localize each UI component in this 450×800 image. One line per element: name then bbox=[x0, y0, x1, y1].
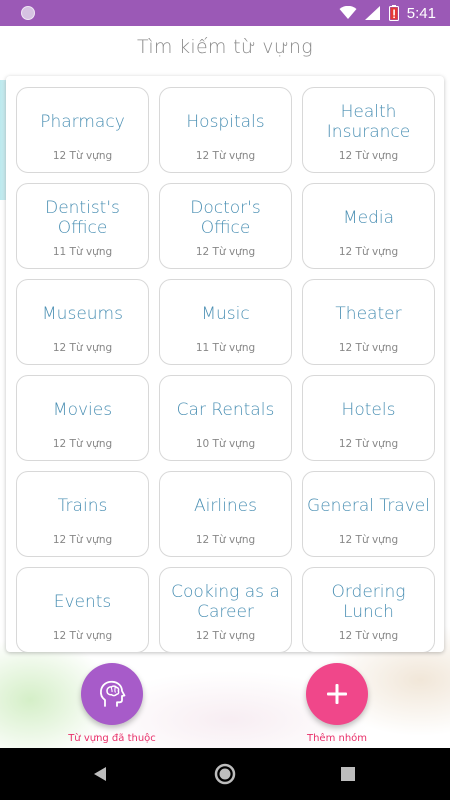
status-bar: 5:41 bbox=[0, 0, 450, 26]
category-card-dentists-office[interactable]: Dentist's Office 11 Từ vựng bbox=[16, 183, 149, 269]
category-card-media[interactable]: Media 12 Từ vựng bbox=[302, 183, 435, 269]
learned-vocabulary-button[interactable] bbox=[81, 663, 143, 725]
category-count: 12 Từ vựng bbox=[195, 630, 256, 642]
category-card-general-travel[interactable]: General Travel 12 Từ vựng bbox=[302, 471, 435, 557]
category-name: Pharmacy bbox=[40, 112, 125, 132]
category-card-movies[interactable]: Movies 12 Từ vựng bbox=[16, 375, 149, 461]
category-card-events[interactable]: Events 12 Từ vựng bbox=[16, 567, 149, 652]
category-name: Car Rentals bbox=[176, 400, 275, 420]
category-name: Theater bbox=[335, 304, 402, 324]
category-name: Health Insurance bbox=[326, 102, 411, 142]
category-card-hotels[interactable]: Hotels 12 Từ vựng bbox=[302, 375, 435, 461]
category-card-music[interactable]: Music 11 Từ vựng bbox=[159, 279, 292, 365]
page-title: Tìm kiếm từ vựng bbox=[137, 36, 313, 58]
category-count: 12 Từ vựng bbox=[52, 630, 113, 642]
signal-icon bbox=[364, 6, 380, 20]
status-icons: 5:41 bbox=[339, 0, 436, 26]
category-name: Museums bbox=[42, 304, 123, 324]
category-count: 10 Từ vựng bbox=[195, 438, 256, 450]
category-card-museums[interactable]: Museums 12 Từ vựng bbox=[16, 279, 149, 365]
category-name: Hospitals bbox=[186, 112, 265, 132]
category-count: 12 Từ vựng bbox=[195, 150, 256, 162]
back-icon[interactable] bbox=[92, 766, 108, 782]
category-count: 12 Từ vựng bbox=[52, 438, 113, 450]
category-count: 12 Từ vựng bbox=[338, 438, 399, 450]
wifi-icon bbox=[339, 6, 357, 19]
category-name: Dentist's Office bbox=[45, 198, 120, 238]
category-count: 12 Từ vựng bbox=[338, 342, 399, 354]
category-name: General Travel bbox=[307, 496, 430, 516]
category-grid-panel[interactable]: Pharmacy 12 Từ vựng Hospitals 12 Từ vựng… bbox=[6, 76, 444, 652]
category-name: Cooking as a Career bbox=[171, 582, 280, 622]
category-count: 12 Từ vựng bbox=[338, 150, 399, 162]
category-count: 11 Từ vựng bbox=[195, 342, 256, 354]
category-card-doctors-office[interactable]: Doctor's Office 12 Từ vựng bbox=[159, 183, 292, 269]
category-count: 12 Từ vựng bbox=[52, 150, 113, 162]
category-name: Ordering Lunch bbox=[331, 582, 406, 622]
category-grid: Pharmacy 12 Từ vựng Hospitals 12 Từ vựng… bbox=[16, 87, 435, 652]
category-card-ordering-lunch[interactable]: Ordering Lunch 12 Từ vựng bbox=[302, 567, 435, 652]
add-group-label[interactable]: Thêm nhóm bbox=[267, 733, 407, 744]
system-navigation-bar bbox=[0, 748, 450, 800]
category-card-pharmacy[interactable]: Pharmacy 12 Từ vựng bbox=[16, 87, 149, 173]
category-card-health-insurance[interactable]: Health Insurance 12 Từ vựng bbox=[302, 87, 435, 173]
category-card-theater[interactable]: Theater 12 Từ vựng bbox=[302, 279, 435, 365]
category-count: 12 Từ vựng bbox=[195, 246, 256, 258]
category-card-car-rentals[interactable]: Car Rentals 10 Từ vựng bbox=[159, 375, 292, 461]
category-card-hospitals[interactable]: Hospitals 12 Từ vựng bbox=[159, 87, 292, 173]
clock: 5:41 bbox=[406, 4, 436, 22]
head-brain-icon bbox=[99, 680, 126, 707]
plus-icon bbox=[327, 684, 347, 704]
add-group-button[interactable] bbox=[306, 663, 368, 725]
category-name: Hotels bbox=[341, 400, 396, 420]
category-count: 12 Từ vựng bbox=[52, 534, 113, 546]
category-count: 12 Từ vựng bbox=[338, 630, 399, 642]
category-name: Movies bbox=[52, 400, 113, 420]
category-count: 11 Từ vựng bbox=[52, 246, 113, 258]
recents-icon[interactable] bbox=[341, 767, 355, 781]
category-name: Events bbox=[53, 592, 112, 612]
home-icon[interactable] bbox=[214, 763, 236, 785]
category-card-airlines[interactable]: Airlines 12 Từ vựng bbox=[159, 471, 292, 557]
category-count: 12 Từ vựng bbox=[338, 534, 399, 546]
category-count: 12 Từ vựng bbox=[195, 534, 256, 546]
category-name: Trains bbox=[57, 496, 108, 516]
category-name: Doctor's Office bbox=[190, 198, 261, 238]
notification-icon bbox=[21, 6, 35, 20]
learned-vocabulary-label[interactable]: Từ vựng đã thuộc bbox=[42, 733, 182, 744]
category-name: Music bbox=[201, 304, 250, 324]
category-count: 12 Từ vựng bbox=[52, 342, 113, 354]
category-name: Media bbox=[342, 208, 395, 228]
category-card-trains[interactable]: Trains 12 Từ vựng bbox=[16, 471, 149, 557]
category-count: 12 Từ vựng bbox=[338, 246, 399, 258]
category-name: Airlines bbox=[194, 496, 257, 516]
battery-alert-icon bbox=[388, 5, 399, 21]
category-card-cooking-as-a-career[interactable]: Cooking as a Career 12 Từ vựng bbox=[159, 567, 292, 652]
